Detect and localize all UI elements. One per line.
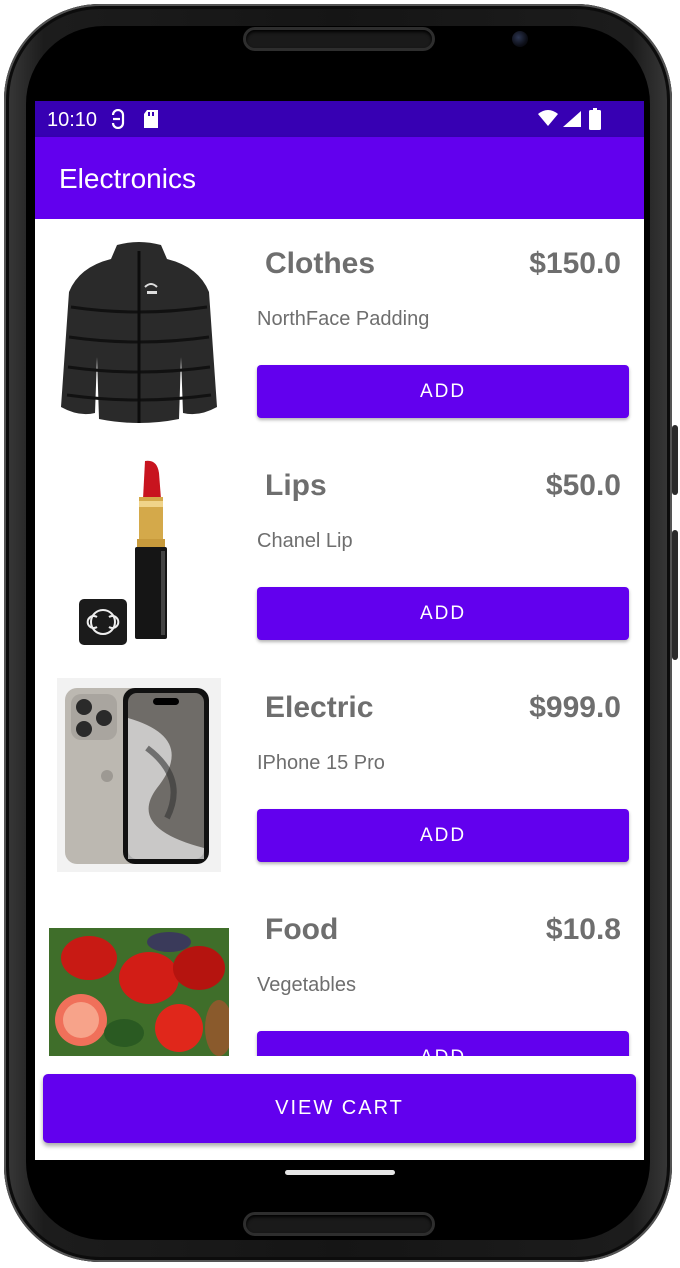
wifi-icon xyxy=(537,109,559,132)
product-item: Lips $50.0 Chanel Lip ADD xyxy=(35,441,644,664)
status-bar: 10:10 xyxy=(35,101,644,137)
power-key xyxy=(672,530,678,660)
lipstick-image xyxy=(49,459,229,649)
product-category: Lips xyxy=(265,469,327,502)
product-list[interactable]: Clothes $150.0 NorthFace Padding ADD Lip… xyxy=(35,219,644,1056)
gesture-nav-handle[interactable] xyxy=(285,1170,395,1175)
product-description: Vegetables xyxy=(257,974,356,996)
product-price: $50.0 xyxy=(545,469,621,502)
product-category: Electric xyxy=(265,691,374,724)
vegetables-image xyxy=(49,928,233,1056)
volume-key xyxy=(672,425,678,495)
battery-icon xyxy=(589,108,601,135)
page-title: Electronics xyxy=(59,163,196,194)
bottom-speaker xyxy=(246,1215,432,1233)
product-price: $150.0 xyxy=(529,247,621,280)
product-description: NorthFace Padding xyxy=(257,308,430,330)
status-time: 10:10 xyxy=(47,109,98,131)
sd-card-icon xyxy=(142,109,160,134)
product-category: Clothes xyxy=(265,247,376,280)
product-description: Chanel Lip xyxy=(257,530,353,552)
add-button[interactable]: ADD xyxy=(257,365,629,418)
add-button[interactable]: ADD xyxy=(257,587,629,640)
add-button[interactable]: ADD xyxy=(257,1031,629,1056)
app-bar: Electronics xyxy=(35,137,644,219)
signal-icon xyxy=(562,110,582,133)
add-button[interactable]: ADD xyxy=(257,809,629,862)
product-item: Clothes $150.0 NorthFace Padding ADD xyxy=(35,219,644,442)
top-speaker xyxy=(246,30,432,48)
sync-data-icon xyxy=(108,108,128,134)
product-description: IPhone 15 Pro xyxy=(257,752,385,774)
front-camera xyxy=(512,31,528,47)
product-category: Food xyxy=(265,913,339,946)
view-cart-button[interactable]: VIEW CART xyxy=(43,1074,636,1143)
iphone-image xyxy=(57,678,221,872)
product-price: $10.8 xyxy=(545,913,621,946)
puffer-jacket-image xyxy=(49,237,229,427)
product-item: Electric $999.0 IPhone 15 Pro ADD xyxy=(35,663,644,886)
product-item: Food $10.8 Vegetables ADD xyxy=(35,885,644,1056)
app-screen: 10:10 Electronics Clothes $150.0 NorthFa… xyxy=(35,101,644,1160)
product-price: $999.0 xyxy=(529,691,621,724)
